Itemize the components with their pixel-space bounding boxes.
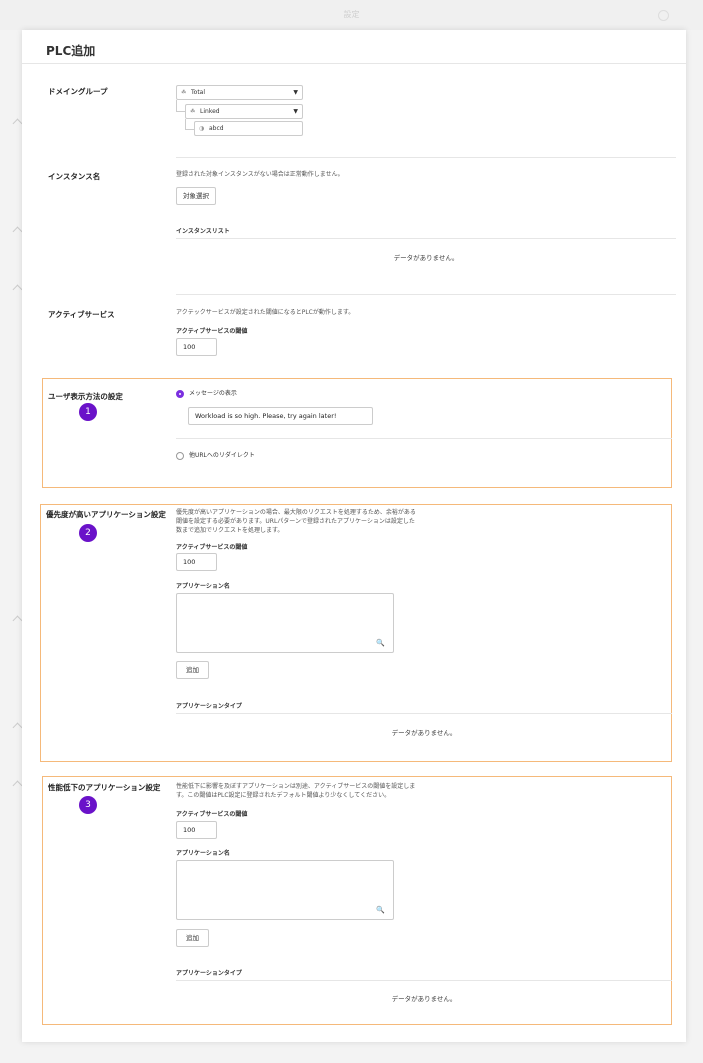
high-priority-note-2: 閾値を設定する必要があります。URLパターンで登録されたアプリケーションは設定し…: [176, 518, 415, 525]
active-service-note: アクテックサービスが設定された閾値になるとPLCが動作します。: [176, 309, 355, 316]
threshold-label: アクティブサービスの閾値: [176, 544, 248, 551]
threshold-label: アクティブサービスの閾値: [176, 811, 248, 818]
threshold-label: アクティブサービスの閾値: [176, 328, 248, 335]
degraded-app-name-input[interactable]: 🔍: [176, 860, 394, 920]
app-type-label: アプリケーションタイプ: [176, 703, 242, 710]
app-type-label: アプリケーションタイプ: [176, 970, 242, 977]
radio-redirect-label: 他URLへのリダイレクト: [189, 452, 255, 459]
select-value: Total: [191, 89, 206, 96]
degraded-threshold-input[interactable]: 100: [176, 821, 217, 839]
step-badge-3: 3: [79, 796, 97, 814]
message-input[interactable]: Workload is so high. Please, try again l…: [188, 407, 373, 425]
step-badge-2: 2: [79, 524, 97, 542]
sitemap-icon: ☘: [190, 108, 196, 115]
window-title: 設定: [343, 10, 360, 19]
divider: [176, 713, 672, 714]
divider: [176, 980, 672, 981]
panel-title: PLC追加: [46, 44, 96, 58]
high-priority-label: 優先度が高いアプリケーション設定: [46, 510, 166, 519]
high-priority-threshold-input[interactable]: 100: [176, 553, 217, 571]
domain-group-label: ドメイングループ: [48, 87, 108, 96]
tree-connector: [176, 100, 185, 112]
background-chevron-icon: [12, 226, 23, 237]
node-icon: ◑: [199, 125, 205, 132]
high-priority-note-3: 数まで追加でリクエストを処理します。: [176, 527, 284, 534]
instance-list-empty: データがありません。: [393, 254, 459, 262]
caret-down-icon: ▼: [293, 108, 298, 115]
degraded-add-button[interactable]: 追加: [176, 929, 209, 947]
degraded-empty: データがありません。: [391, 995, 457, 1003]
instance-list-title: インスタンスリスト: [176, 228, 230, 235]
domain-group-select-linked[interactable]: ☘ Linked ▼: [185, 104, 303, 119]
divider: [176, 238, 676, 239]
radio-redirect-option[interactable]: [176, 452, 184, 460]
sitemap-icon: ☘: [181, 89, 187, 96]
instance-note: 登録された対象インスタンスがない場合は正常動作しません。: [176, 171, 344, 178]
divider: [176, 438, 672, 439]
background-chevron-icon: [12, 722, 23, 733]
domain-group-select-total[interactable]: ☘ Total ▼: [176, 85, 303, 100]
app-name-label: アプリケーション名: [176, 583, 230, 590]
high-priority-note-1: 優先度が高いアプリケーションの場合、最大限のリクエストを処理するため、余裕がある: [176, 509, 416, 516]
plc-add-panel: PLC追加 ドメイングループ ☘ Total ▼ ☘ Linked ▼ ◑ ab…: [22, 30, 686, 1042]
title-divider: [22, 63, 686, 64]
search-icon[interactable]: 🔍: [376, 639, 385, 647]
highlight-box-1: [42, 378, 672, 488]
tree-connector: [185, 119, 194, 130]
radio-message-option[interactable]: [176, 390, 184, 398]
degraded-label: 性能低下のアプリケーション設定: [48, 783, 161, 792]
active-service-threshold-input[interactable]: 100: [176, 338, 217, 356]
close-icon[interactable]: [658, 10, 669, 21]
background-chevron-icon: [12, 615, 23, 626]
divider: [176, 157, 676, 158]
instance-label: インスタンス名: [48, 172, 101, 181]
app-name-label: アプリケーション名: [176, 850, 230, 857]
high-priority-empty: データがありません。: [391, 729, 457, 737]
high-priority-add-button[interactable]: 追加: [176, 661, 209, 679]
radio-message-label: メッセージの表示: [189, 390, 237, 397]
select-target-button[interactable]: 対象選択: [176, 187, 216, 205]
caret-down-icon: ▼: [293, 89, 298, 96]
high-priority-app-name-input[interactable]: 🔍: [176, 593, 394, 653]
active-service-label: アクティブサービス: [48, 310, 115, 319]
degraded-note-2: す。この閾値はPLC設定に登録されたデフォルト閾値より少なくしてください。: [176, 792, 391, 799]
window-titlebar: 設定: [0, 0, 703, 30]
domain-leaf-abcd[interactable]: ◑ abcd: [194, 121, 303, 136]
divider: [176, 294, 676, 295]
background-chevron-icon: [12, 780, 23, 791]
select-value: Linked: [200, 108, 220, 115]
step-badge-1: 1: [79, 403, 97, 421]
user-display-label: ユーザ表示方法の設定: [48, 392, 123, 401]
degraded-note-1: 性能低下に影響を及ぼすアプリケーションは別途、アクティブサービスの閾値を設定しま: [176, 783, 416, 790]
background-chevron-icon: [12, 284, 23, 295]
background-chevron-icon: [12, 118, 23, 129]
leaf-value: abcd: [209, 125, 224, 132]
search-icon[interactable]: 🔍: [376, 906, 385, 914]
